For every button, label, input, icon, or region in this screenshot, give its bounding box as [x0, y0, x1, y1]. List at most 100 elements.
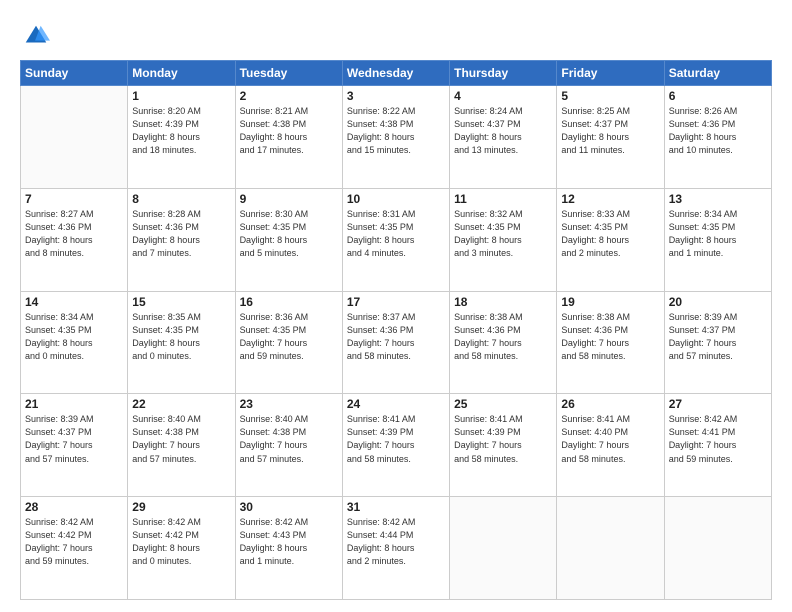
day-info: Sunrise: 8:27 AMSunset: 4:36 PMDaylight:… [25, 208, 123, 260]
calendar-cell: 12 Sunrise: 8:33 AMSunset: 4:35 PMDayligh… [557, 188, 664, 291]
day-of-week-header: Tuesday [235, 61, 342, 86]
calendar-cell: 29Sunrise: 8:42 AMSunset: 4:42 PMDayligh… [128, 497, 235, 600]
day-number: 8 [132, 192, 230, 206]
day-info: Sunrise: 8:37 AMSunset: 4:36 PMDaylight:… [347, 311, 445, 363]
calendar-cell: 5Sunrise: 8:25 AMSunset: 4:37 PMDaylight… [557, 86, 664, 189]
calendar-cell [450, 497, 557, 600]
day-info: Sunrise: 8:41 AMSunset: 4:39 PMDaylight:… [454, 413, 552, 465]
day-number: 3 [347, 89, 445, 103]
day-info: Sunrise: 8:41 AMSunset: 4:39 PMDaylight:… [347, 413, 445, 465]
day-of-week-header: Friday [557, 61, 664, 86]
calendar-cell: 17Sunrise: 8:37 AMSunset: 4:36 PMDayligh… [342, 291, 449, 394]
day-number: 7 [25, 192, 123, 206]
calendar-cell [664, 497, 771, 600]
day-number: 12 [561, 192, 659, 206]
calendar-cell: 3Sunrise: 8:22 AMSunset: 4:38 PMDaylight… [342, 86, 449, 189]
day-number: 27 [669, 397, 767, 411]
calendar-cell: 24 Sunrise: 8:41 AMSunset: 4:39 PMDayligh… [342, 394, 449, 497]
calendar-cell: 10 Sunrise: 8:31 AMSunset: 4:35 PMDayligh… [342, 188, 449, 291]
calendar-cell: 15 Sunrise: 8:35 AMSunset: 4:35 PMDayligh… [128, 291, 235, 394]
day-info: Sunrise: 8:25 AMSunset: 4:37 PMDaylight:… [561, 105, 659, 157]
calendar-cell: 22 Sunrise: 8:40 AMSunset: 4:38 PMDayligh… [128, 394, 235, 497]
calendar-cell: 16Sunrise: 8:36 AMSunset: 4:35 PMDayligh… [235, 291, 342, 394]
day-info: Sunrise: 8:34 AMSunset: 4:35 PMDaylight:… [669, 208, 767, 260]
day-number: 29 [132, 500, 230, 514]
day-info: Sunrise: 8:24 AMSunset: 4:37 PMDaylight:… [454, 105, 552, 157]
day-of-week-header: Thursday [450, 61, 557, 86]
calendar-cell: 6 Sunrise: 8:26 AMSunset: 4:36 PMDaylight… [664, 86, 771, 189]
day-number: 23 [240, 397, 338, 411]
day-of-week-header: Wednesday [342, 61, 449, 86]
day-info: Sunrise: 8:39 AMSunset: 4:37 PMDaylight:… [25, 413, 123, 465]
calendar-week-row: 28Sunrise: 8:42 AMSunset: 4:42 PMDayligh… [21, 497, 772, 600]
day-number: 30 [240, 500, 338, 514]
day-of-week-header: Monday [128, 61, 235, 86]
calendar-cell: 26 Sunrise: 8:41 AMSunset: 4:40 PMDayligh… [557, 394, 664, 497]
calendar-cell: 14Sunrise: 8:34 AMSunset: 4:35 PMDayligh… [21, 291, 128, 394]
day-number: 24 [347, 397, 445, 411]
day-info: Sunrise: 8:42 AMSunset: 4:42 PMDaylight:… [25, 516, 123, 568]
day-number: 4 [454, 89, 552, 103]
day-of-week-header: Sunday [21, 61, 128, 86]
calendar-cell: 31 Sunrise: 8:42 AMSunset: 4:44 PMDayligh… [342, 497, 449, 600]
day-info: Sunrise: 8:40 AMSunset: 4:38 PMDaylight:… [240, 413, 338, 465]
day-number: 10 [347, 192, 445, 206]
calendar-cell: 2Sunrise: 8:21 AMSunset: 4:38 PMDaylight… [235, 86, 342, 189]
day-info: Sunrise: 8:30 AMSunset: 4:35 PMDaylight:… [240, 208, 338, 260]
day-number: 13 [669, 192, 767, 206]
day-number: 22 [132, 397, 230, 411]
day-number: 19 [561, 295, 659, 309]
day-info: Sunrise: 8:38 AMSunset: 4:36 PMDaylight:… [561, 311, 659, 363]
day-number: 15 [132, 295, 230, 309]
day-info: Sunrise: 8:36 AMSunset: 4:35 PMDaylight:… [240, 311, 338, 363]
calendar-cell [21, 86, 128, 189]
logo [20, 20, 50, 50]
day-info: Sunrise: 8:40 AMSunset: 4:38 PMDaylight:… [132, 413, 230, 465]
day-number: 2 [240, 89, 338, 103]
calendar-cell: 20 Sunrise: 8:39 AMSunset: 4:37 PMDayligh… [664, 291, 771, 394]
day-info: Sunrise: 8:35 AMSunset: 4:35 PMDaylight:… [132, 311, 230, 363]
calendar-cell: 18Sunrise: 8:38 AMSunset: 4:36 PMDayligh… [450, 291, 557, 394]
calendar-cell: 1 Sunrise: 8:20 AMSunset: 4:39 PMDaylight… [128, 86, 235, 189]
calendar-cell: 28Sunrise: 8:42 AMSunset: 4:42 PMDayligh… [21, 497, 128, 600]
day-info: Sunrise: 8:33 AMSunset: 4:35 PMDaylight:… [561, 208, 659, 260]
calendar-table: SundayMondayTuesdayWednesdayThursdayFrid… [20, 60, 772, 600]
logo-icon [22, 22, 50, 50]
day-info: Sunrise: 8:32 AMSunset: 4:35 PMDaylight:… [454, 208, 552, 260]
calendar-cell: 9 Sunrise: 8:30 AMSunset: 4:35 PMDaylight… [235, 188, 342, 291]
calendar-cell: 30 Sunrise: 8:42 AMSunset: 4:43 PMDayligh… [235, 497, 342, 600]
calendar-week-row: 1 Sunrise: 8:20 AMSunset: 4:39 PMDaylight… [21, 86, 772, 189]
day-info: Sunrise: 8:42 AMSunset: 4:44 PMDaylight:… [347, 516, 445, 568]
day-info: Sunrise: 8:41 AMSunset: 4:40 PMDaylight:… [561, 413, 659, 465]
day-number: 31 [347, 500, 445, 514]
day-info: Sunrise: 8:20 AMSunset: 4:39 PMDaylight:… [132, 105, 230, 157]
day-number: 11 [454, 192, 552, 206]
calendar-week-row: 21 Sunrise: 8:39 AMSunset: 4:37 PMDayligh… [21, 394, 772, 497]
calendar-cell: 27 Sunrise: 8:42 AMSunset: 4:41 PMDayligh… [664, 394, 771, 497]
calendar-cell [557, 497, 664, 600]
day-number: 1 [132, 89, 230, 103]
calendar-cell: 19 Sunrise: 8:38 AMSunset: 4:36 PMDayligh… [557, 291, 664, 394]
day-info: Sunrise: 8:39 AMSunset: 4:37 PMDaylight:… [669, 311, 767, 363]
calendar-cell: 25 Sunrise: 8:41 AMSunset: 4:39 PMDayligh… [450, 394, 557, 497]
day-info: Sunrise: 8:26 AMSunset: 4:36 PMDaylight:… [669, 105, 767, 157]
calendar-cell: 11 Sunrise: 8:32 AMSunset: 4:35 PMDayligh… [450, 188, 557, 291]
day-number: 6 [669, 89, 767, 103]
day-info: Sunrise: 8:28 AMSunset: 4:36 PMDaylight:… [132, 208, 230, 260]
calendar-cell: 7 Sunrise: 8:27 AMSunset: 4:36 PMDaylight… [21, 188, 128, 291]
day-info: Sunrise: 8:42 AMSunset: 4:41 PMDaylight:… [669, 413, 767, 465]
day-info: Sunrise: 8:38 AMSunset: 4:36 PMDaylight:… [454, 311, 552, 363]
calendar-cell: 13 Sunrise: 8:34 AMSunset: 4:35 PMDayligh… [664, 188, 771, 291]
page: SundayMondayTuesdayWednesdayThursdayFrid… [0, 0, 792, 612]
calendar-week-row: 7 Sunrise: 8:27 AMSunset: 4:36 PMDaylight… [21, 188, 772, 291]
day-number: 25 [454, 397, 552, 411]
calendar-cell: 4 Sunrise: 8:24 AMSunset: 4:37 PMDaylight… [450, 86, 557, 189]
day-info: Sunrise: 8:34 AMSunset: 4:35 PMDaylight:… [25, 311, 123, 363]
day-info: Sunrise: 8:31 AMSunset: 4:35 PMDaylight:… [347, 208, 445, 260]
day-number: 26 [561, 397, 659, 411]
day-number: 9 [240, 192, 338, 206]
day-number: 21 [25, 397, 123, 411]
day-info: Sunrise: 8:42 AMSunset: 4:43 PMDaylight:… [240, 516, 338, 568]
day-number: 20 [669, 295, 767, 309]
day-of-week-header: Saturday [664, 61, 771, 86]
